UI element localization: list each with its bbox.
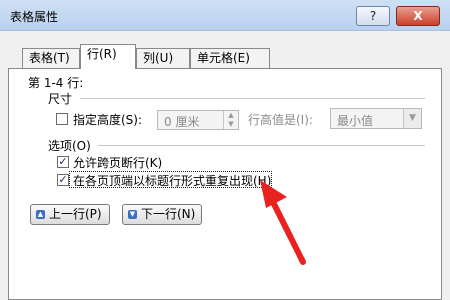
next-row-label: 下一行(N) bbox=[141, 207, 196, 221]
row-height-rule-select[interactable]: 最小值 ▼ bbox=[330, 108, 422, 129]
close-button[interactable]: X bbox=[396, 6, 440, 26]
tab-table[interactable]: 表格(T) bbox=[22, 48, 80, 68]
tab-cell[interactable]: 单元格(E) bbox=[190, 48, 270, 68]
chevron-down-icon[interactable]: ▼ bbox=[403, 109, 421, 128]
previous-row-label: 上一行(P) bbox=[49, 207, 102, 221]
title-bar: 表格属性 ? X bbox=[0, 0, 450, 31]
options-group-divider bbox=[98, 145, 425, 146]
help-button[interactable]: ? bbox=[356, 6, 390, 26]
row-height-value: 0 厘米 bbox=[164, 115, 200, 129]
down-arrow-icon: ▼ bbox=[128, 210, 137, 219]
window-title: 表格属性 bbox=[10, 10, 59, 24]
size-group-divider bbox=[80, 98, 425, 99]
row-height-is-label: 行高值是(I): bbox=[248, 113, 313, 127]
size-group-label: 尺寸 bbox=[48, 92, 73, 106]
repeat-header-label: 在各页顶端以标题行形式重复出现(H) bbox=[73, 174, 272, 188]
allow-break-checkbox[interactable]: ✓ bbox=[57, 156, 69, 168]
spinner-arrows-icon[interactable]: ▲ ▼ bbox=[223, 111, 238, 129]
up-arrow-icon: ▲ bbox=[36, 210, 45, 219]
row-height-rule-value: 最小值 bbox=[337, 114, 374, 128]
next-row-button[interactable]: ▼ 下一行(N) bbox=[122, 204, 202, 225]
options-group-label: 选项(O) bbox=[48, 139, 91, 153]
tab-row[interactable]: 行(R) bbox=[80, 44, 136, 69]
rows-heading: 第 1-4 行: bbox=[28, 76, 84, 90]
repeat-header-checkbox[interactable]: ✓ bbox=[57, 174, 69, 186]
specify-height-label: 指定高度(S): bbox=[73, 113, 143, 127]
tab-column[interactable]: 列(U) bbox=[136, 48, 190, 68]
previous-row-button[interactable]: ▲ 上一行(P) bbox=[30, 204, 110, 225]
table-properties-dialog: 表格属性 ? X 表格(T) 行(R) 列(U) 单元格(E) 第 1-4 行:… bbox=[0, 0, 450, 300]
allow-break-label: 允许跨页断行(K) bbox=[73, 156, 163, 170]
specify-height-checkbox[interactable] bbox=[56, 113, 68, 125]
row-height-spinner[interactable]: 0 厘米 ▲ ▼ bbox=[157, 110, 239, 130]
